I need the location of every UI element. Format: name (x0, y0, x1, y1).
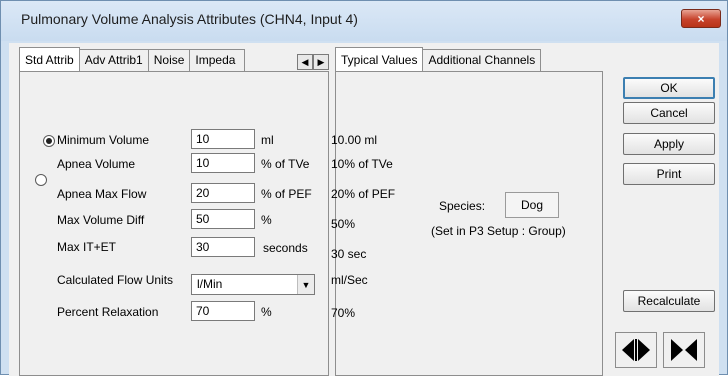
minimum-volume-input[interactable]: 10 (191, 129, 255, 149)
left-tab-strip: Std Attrib Adv Attrib1 Noise Impeda (19, 47, 246, 71)
print-button-label: Print (656, 167, 682, 181)
tab-impedance[interactable]: Impeda (189, 49, 246, 71)
tab-additional-channels[interactable]: Additional Channels (422, 49, 542, 71)
tab-label: Typical Values (341, 53, 418, 67)
apnea-volume-unit: % of TVe (261, 157, 310, 171)
chevron-left-icon: ◀ (301, 56, 309, 67)
minimum-volume-label: Minimum Volume (57, 133, 150, 147)
tab-noise[interactable]: Noise (147, 49, 191, 71)
tab-label: Additional Channels (428, 53, 536, 67)
tab-scroll-left-button[interactable]: ◀ (297, 54, 313, 70)
minimum-volume-typical: 10.00 ml (331, 133, 378, 147)
max-volume-diff-input[interactable]: 50 (191, 209, 255, 229)
max-it-et-label: Max IT+ET (57, 240, 117, 254)
tab-std-attrib[interactable]: Std Attrib (19, 47, 80, 71)
percent-relaxation-input[interactable]: 70 (191, 301, 255, 321)
print-button[interactable]: Print (623, 163, 715, 185)
flow-units-select[interactable]: l/Min ▼ (191, 274, 315, 295)
apnea-max-flow-unit: % of PEF (261, 187, 312, 201)
chevron-right-icon: ▶ (317, 56, 325, 67)
tab-label: Std Attrib (25, 53, 74, 67)
percent-relaxation-typical: 70% (331, 306, 356, 320)
recalculate-button[interactable]: Recalculate (623, 290, 715, 312)
percent-relaxation-label: Percent Relaxation (57, 305, 159, 319)
close-button[interactable]: × (681, 9, 721, 28)
chevron-down-icon[interactable]: ▼ (297, 275, 314, 294)
flow-units-value: l/Min (197, 277, 223, 291)
tab-scroll-buttons: ◀ ▶ (297, 54, 329, 70)
window-title: Pulmonary Volume Analysis Attributes (CH… (21, 11, 358, 27)
apnea-radio[interactable] (35, 174, 47, 186)
species-label: Species: (439, 199, 486, 213)
max-volume-diff-unit: % (261, 213, 272, 227)
tab-adv-attrib1[interactable]: Adv Attrib1 (78, 49, 149, 71)
apnea-volume-input[interactable]: 10 (191, 153, 255, 173)
species-note: (Set in P3 Setup : Group) (431, 224, 566, 238)
flow-units-label: Calculated Flow Units (57, 273, 174, 287)
cancel-button[interactable]: Cancel (623, 102, 715, 124)
recalculate-button-label: Recalculate (637, 294, 701, 308)
expand-arrows-icon (622, 339, 650, 361)
tab-label: Adv Attrib1 (84, 53, 143, 67)
tab-typical-values[interactable]: Typical Values (335, 47, 424, 71)
species-value-box: Dog (505, 192, 559, 218)
apnea-max-flow-typical: 20% of PEF (331, 187, 396, 201)
max-volume-diff-label: Max Volume Diff (57, 213, 145, 227)
minimum-volume-radio[interactable] (43, 135, 55, 147)
apnea-volume-typical: 10% of TVe (331, 157, 393, 171)
apply-button-label: Apply (653, 137, 685, 151)
tab-label: Impeda (195, 53, 236, 67)
apnea-max-flow-label: Apnea Max Flow (57, 187, 147, 201)
max-it-et-typical: 30 sec (331, 247, 367, 261)
ok-button-label: OK (660, 81, 678, 95)
title-bar[interactable]: Pulmonary Volume Analysis Attributes (CH… (1, 1, 727, 41)
close-icon: × (697, 11, 705, 26)
percent-relaxation-unit: % (261, 305, 272, 319)
cancel-button-label: Cancel (650, 106, 688, 120)
apnea-volume-label: Apnea Volume (57, 157, 136, 171)
dialog-client-area: Std Attrib Adv Attrib1 Noise Impeda ◀ ▶ (9, 43, 719, 376)
expand-horizontal-button[interactable] (615, 332, 657, 368)
collapse-horizontal-button[interactable] (663, 332, 705, 368)
right-tab-strip: Typical Values Additional Channels (335, 47, 542, 71)
max-it-et-input[interactable]: 30 (191, 237, 255, 257)
ok-button[interactable]: OK (623, 77, 715, 99)
minimum-volume-unit: ml (261, 133, 274, 147)
apnea-max-flow-input[interactable]: 20 (191, 183, 255, 203)
dialog-window: Pulmonary Volume Analysis Attributes (CH… (0, 0, 728, 376)
tab-scroll-right-button[interactable]: ▶ (313, 54, 329, 70)
tab-label: Noise (153, 53, 185, 67)
max-it-et-unit: seconds (263, 241, 308, 255)
species-value: Dog (520, 198, 543, 212)
max-volume-diff-typical: 50% (331, 217, 356, 231)
collapse-arrows-icon (671, 339, 697, 361)
flow-units-typical: ml/Sec (331, 273, 368, 287)
apply-button[interactable]: Apply (623, 133, 715, 155)
